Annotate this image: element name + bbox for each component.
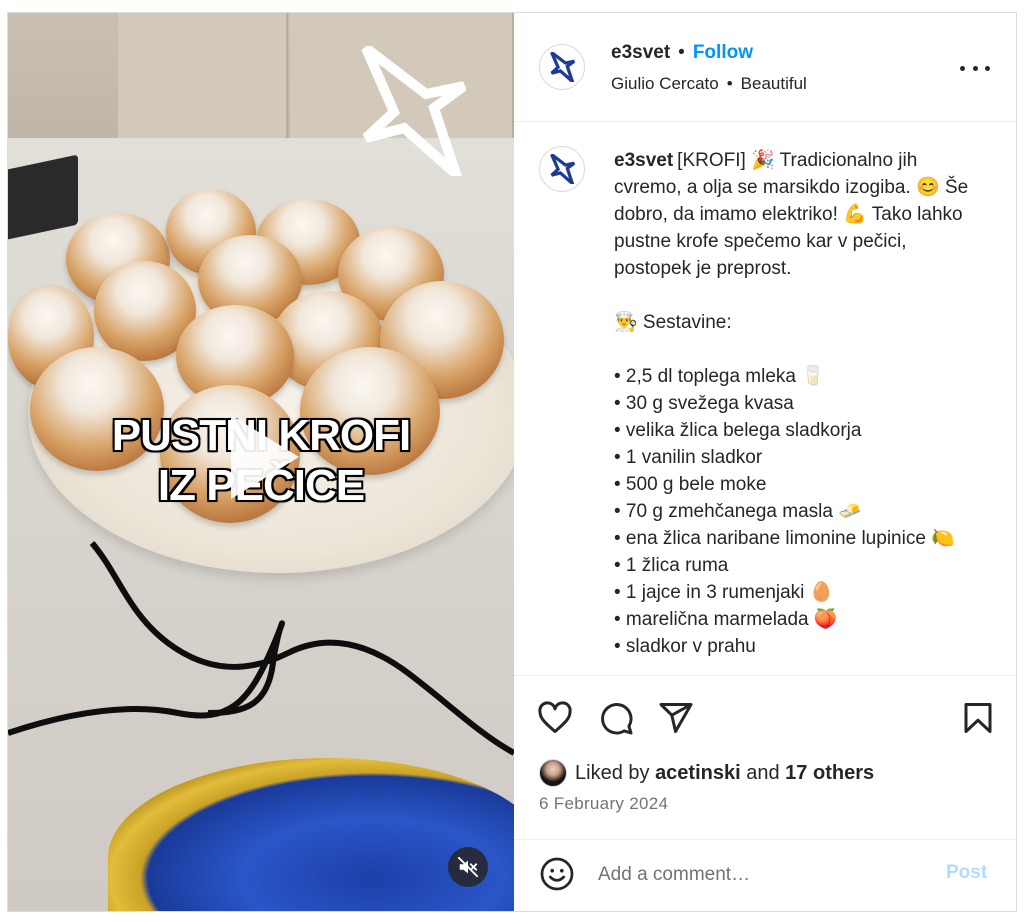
liked-and: and	[746, 761, 780, 784]
caption-line: • 1 vanilin sladkor	[614, 447, 763, 468]
caption-scroll-area[interactable]: e3svet [KROFI] 🎉 Tradicionalno jih cvremo…	[514, 123, 1016, 675]
likes-summary: Liked by acetinski and 17 others	[539, 758, 874, 788]
caption-line: • velika žlica belega sladkorja	[614, 420, 862, 441]
post-header: e3svet • Follow Giulio Cercato • Beautiful	[514, 13, 1016, 122]
post-comment-button[interactable]: Post	[946, 862, 987, 884]
caption-line: • marelična marmelada 🍑	[614, 609, 838, 630]
audio-artist[interactable]: Giulio Cercato	[611, 74, 719, 93]
caption-line: • 500 g bele moke	[614, 474, 767, 495]
caption-line: • 1 jajce in 3 rumenjaki 🥚	[614, 582, 834, 603]
e3-star-logo-icon	[550, 52, 576, 82]
caption-username[interactable]: e3svet	[614, 150, 673, 171]
post-actions: Liked by acetinski and 17 others 6 Febru…	[514, 675, 1016, 910]
smiley-icon[interactable]	[539, 856, 575, 892]
separator-dot: •	[726, 74, 733, 93]
caption-author-avatar[interactable]	[539, 146, 585, 192]
caption-line: • 30 g svežega kvasa	[614, 393, 794, 414]
liker-avatar[interactable]	[539, 759, 567, 787]
liked-prefix: Liked by	[575, 761, 650, 784]
mute-button[interactable]	[448, 847, 488, 887]
post-video[interactable]: PUSTNI KROFI IZ PEČICE	[8, 13, 514, 911]
post-dialog: PUSTNI KROFI IZ PEČICE e3svet • Follow G…	[7, 12, 1017, 912]
comment-icon[interactable]	[598, 700, 634, 736]
caption-line: • sladkor v prahu	[614, 636, 756, 657]
heart-icon[interactable]	[537, 700, 573, 736]
post-side-panel: e3svet • Follow Giulio Cercato • Beautiful e…	[514, 13, 1016, 911]
caption-line: • 70 g zmehčanega masla 🧈	[614, 501, 862, 522]
e3-star-logo-icon	[550, 154, 576, 184]
more-options-button[interactable]	[960, 61, 990, 75]
author-avatar[interactable]	[539, 44, 585, 90]
comment-composer: Post	[514, 839, 1016, 911]
play-icon[interactable]	[223, 411, 303, 503]
caption-line: • 1 žlica ruma	[614, 555, 729, 576]
send-icon[interactable]	[658, 700, 694, 736]
author-row: e3svet • Follow	[611, 42, 753, 64]
likes-others-link[interactable]: 17 others	[785, 762, 874, 785]
author-username[interactable]: e3svet	[611, 42, 670, 63]
caption-line: • 2,5 dl toplega mleka 🥛	[614, 366, 825, 387]
comment-input[interactable]	[598, 860, 918, 890]
follow-button[interactable]: Follow	[693, 42, 753, 63]
audio-track[interactable]: Beautiful	[741, 74, 807, 93]
audio-attribution: Giulio Cercato • Beautiful	[611, 74, 807, 94]
post-date[interactable]: 6 February 2024	[539, 794, 668, 814]
caption-line: • ena žlica naribane limonine lupinice 🍋	[614, 528, 955, 549]
caption-line: 👨‍🍳 Sestavine:	[614, 312, 732, 333]
separator-dot: •	[678, 42, 685, 63]
post-caption: e3svet [KROFI] 🎉 Tradicionalno jih cvremo…	[614, 147, 984, 660]
e3-star-logo-icon	[361, 46, 466, 176]
speaker-muted-icon	[457, 856, 479, 878]
liker-username[interactable]: acetinski	[655, 762, 741, 785]
bookmark-icon[interactable]	[960, 700, 996, 736]
